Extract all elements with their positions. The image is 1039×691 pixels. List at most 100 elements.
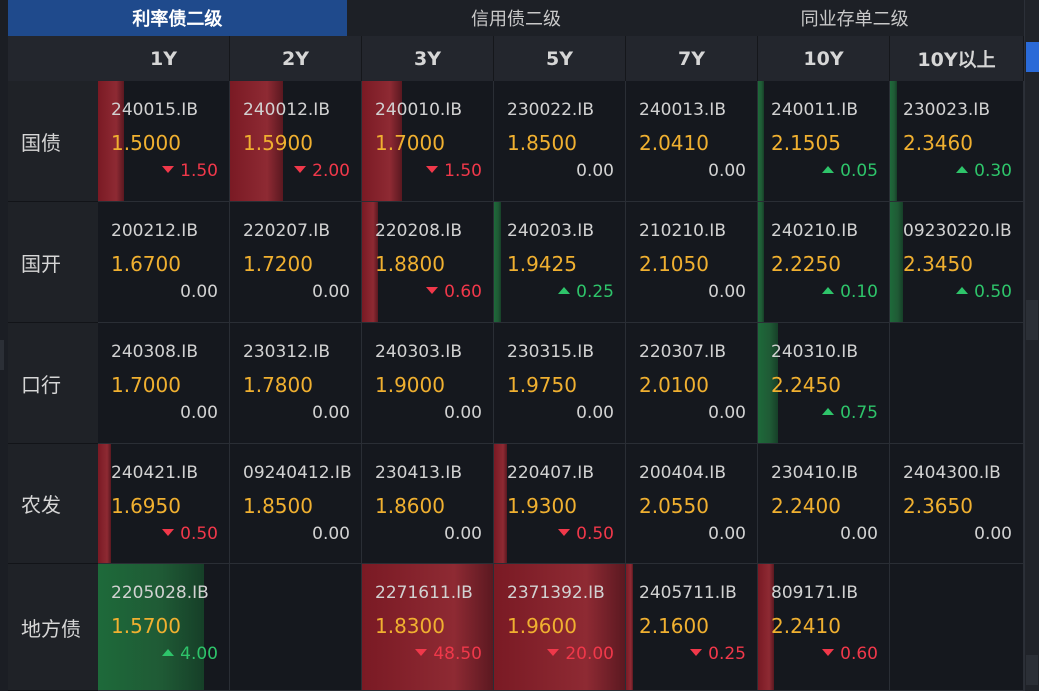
triangle-down-icon bbox=[162, 528, 175, 536]
bp-change: 0.50 bbox=[558, 524, 614, 544]
bond-cell[interactable]: 230312.IB 1.7800 0.00 bbox=[230, 323, 362, 444]
side-panel-indicator[interactable] bbox=[1026, 42, 1039, 72]
bp-change-value: 0.00 bbox=[708, 524, 746, 544]
bond-code: 240310.IB bbox=[771, 342, 858, 362]
bond-cell[interactable]: 2205028.IB 1.5700 4.00 bbox=[98, 564, 230, 691]
column-header[interactable]: 10Y bbox=[758, 36, 890, 81]
header-corner bbox=[8, 36, 99, 81]
bond-cell[interactable]: 220208.IB 1.8800 0.60 bbox=[362, 202, 494, 323]
bond-cell[interactable]: 240210.IB 2.2250 0.10 bbox=[758, 202, 890, 323]
column-header[interactable]: 2Y bbox=[230, 36, 362, 81]
triangle-down-icon bbox=[426, 165, 439, 173]
bond-yield: 1.8500 bbox=[507, 131, 577, 155]
triangle-down-icon bbox=[822, 648, 835, 656]
bp-change: 0.00 bbox=[180, 403, 218, 423]
bond-cell[interactable]: 2271611.IB 1.8300 48.50 bbox=[362, 564, 494, 691]
tab-bar: 利率债二级 信用债二级 同业存单二级 bbox=[8, 0, 1024, 36]
bp-change-value: 0.00 bbox=[708, 282, 746, 302]
bond-code: 230022.IB bbox=[507, 100, 594, 120]
bond-cell[interactable]: 240421.IB 1.6950 0.50 bbox=[98, 444, 230, 564]
bp-change-value: 0.25 bbox=[708, 644, 746, 664]
bond-cell[interactable]: 240303.IB 1.9000 0.00 bbox=[362, 323, 494, 444]
bp-change-value: 0.00 bbox=[312, 282, 350, 302]
triangle-down-icon bbox=[558, 528, 571, 536]
empty-cell bbox=[890, 323, 1024, 444]
bond-yield: 2.0410 bbox=[639, 131, 709, 155]
bp-change: 0.00 bbox=[840, 524, 878, 544]
change-intensity-bar bbox=[494, 444, 507, 563]
bond-cell[interactable]: 240012.IB 1.5900 2.00 bbox=[230, 81, 362, 202]
triangle-down-icon bbox=[426, 286, 439, 294]
bond-cell[interactable]: 240308.IB 1.7000 0.00 bbox=[98, 323, 230, 444]
bond-cell[interactable]: 09240412.IB 1.8500 0.00 bbox=[230, 444, 362, 564]
bond-code: 240013.IB bbox=[639, 100, 726, 120]
bond-yield: 2.2250 bbox=[771, 252, 841, 276]
bp-change: 0.05 bbox=[822, 161, 878, 181]
bond-cell[interactable]: 220207.IB 1.7200 0.00 bbox=[230, 202, 362, 323]
triangle-up-icon bbox=[822, 165, 835, 173]
bond-cell[interactable]: 240203.IB 1.9425 0.25 bbox=[494, 202, 626, 323]
column-header[interactable]: 1Y bbox=[98, 36, 230, 81]
bond-cell[interactable]: 200404.IB 2.0550 0.00 bbox=[626, 444, 758, 564]
bp-change-value: 0.50 bbox=[576, 524, 614, 544]
bond-cell[interactable]: 2404300.IB 2.3650 0.00 bbox=[890, 444, 1024, 564]
tab-credit-secondary[interactable]: 信用债二级 bbox=[347, 0, 686, 36]
bond-cell[interactable]: 809171.IB 2.2410 0.60 bbox=[758, 564, 890, 691]
bond-cell[interactable]: 230315.IB 1.9750 0.00 bbox=[494, 323, 626, 444]
bp-change-value: 4.00 bbox=[180, 644, 218, 664]
bond-cell[interactable]: 210210.IB 2.1050 0.00 bbox=[626, 202, 758, 323]
bp-change: 0.00 bbox=[312, 524, 350, 544]
bond-code: 230312.IB bbox=[243, 342, 330, 362]
bp-change: 4.00 bbox=[162, 644, 218, 664]
bond-cell[interactable]: 240010.IB 1.7000 1.50 bbox=[362, 81, 494, 202]
side-scroll-bottom[interactable] bbox=[1026, 655, 1038, 685]
bond-code: 2271611.IB bbox=[375, 583, 473, 603]
bond-cell[interactable]: 240011.IB 2.1505 0.05 bbox=[758, 81, 890, 202]
bond-cell[interactable]: 230410.IB 2.2400 0.00 bbox=[758, 444, 890, 564]
column-header[interactable]: 10Y以上 bbox=[890, 36, 1024, 81]
bond-cell[interactable]: 240013.IB 2.0410 0.00 bbox=[626, 81, 758, 202]
bp-change: 0.10 bbox=[822, 282, 878, 302]
bp-change-value: 1.50 bbox=[444, 161, 482, 181]
bond-cell[interactable]: 09230220.IB 2.3450 0.50 bbox=[890, 202, 1024, 323]
bond-cell[interactable]: 230023.IB 2.3460 0.30 bbox=[890, 81, 1024, 202]
bond-cell[interactable]: 240310.IB 2.2450 0.75 bbox=[758, 323, 890, 444]
bp-change-value: 0.00 bbox=[974, 524, 1012, 544]
bond-yield: 2.2450 bbox=[771, 373, 841, 397]
bp-change: 0.25 bbox=[558, 282, 614, 302]
bond-yield: 1.8800 bbox=[375, 252, 445, 276]
tab-ncd-secondary[interactable]: 同业存单二级 bbox=[685, 0, 1024, 36]
bond-cell[interactable]: 220307.IB 2.0100 0.00 bbox=[626, 323, 758, 444]
side-scrollbar[interactable] bbox=[1024, 0, 1039, 691]
column-header[interactable]: 5Y bbox=[494, 36, 626, 81]
bond-code: 240203.IB bbox=[507, 221, 594, 241]
bp-change: 0.50 bbox=[956, 282, 1012, 302]
bond-cell[interactable]: 2371392.IB 1.9600 20.00 bbox=[494, 564, 626, 691]
column-header[interactable]: 3Y bbox=[362, 36, 494, 81]
bp-change-value: 0.00 bbox=[312, 524, 350, 544]
bp-change: 0.00 bbox=[708, 524, 746, 544]
bp-change-value: 0.00 bbox=[840, 524, 878, 544]
bp-change: 48.50 bbox=[415, 644, 482, 664]
column-header[interactable]: 7Y bbox=[626, 36, 758, 81]
bond-cell[interactable]: 220407.IB 1.9300 0.50 bbox=[494, 444, 626, 564]
bond-cell[interactable]: 200212.IB 1.6700 0.00 bbox=[98, 202, 230, 323]
bp-change: 0.25 bbox=[690, 644, 746, 664]
bp-change: 0.50 bbox=[162, 524, 218, 544]
tab-rates-secondary[interactable]: 利率债二级 bbox=[8, 0, 347, 36]
bond-yield: 1.9300 bbox=[507, 494, 577, 518]
bond-cell[interactable]: 240015.IB 1.5000 1.50 bbox=[98, 81, 230, 202]
bond-cell[interactable]: 230022.IB 1.8500 0.00 bbox=[494, 81, 626, 202]
bond-cell[interactable]: 230413.IB 1.8600 0.00 bbox=[362, 444, 494, 564]
bp-change: 0.00 bbox=[708, 403, 746, 423]
bond-cell[interactable]: 2405711.IB 2.1600 0.25 bbox=[626, 564, 758, 691]
bp-change-value: 0.00 bbox=[312, 403, 350, 423]
bond-yield: 1.8300 bbox=[375, 614, 445, 638]
triangle-up-icon bbox=[558, 286, 571, 294]
bond-code: 2205028.IB bbox=[111, 583, 209, 603]
triangle-down-icon bbox=[415, 648, 428, 656]
triangle-down-icon bbox=[690, 648, 703, 656]
bond-code: 230023.IB bbox=[903, 100, 990, 120]
side-scroll-thumb[interactable] bbox=[1026, 300, 1038, 340]
bond-yield: 1.6950 bbox=[111, 494, 181, 518]
